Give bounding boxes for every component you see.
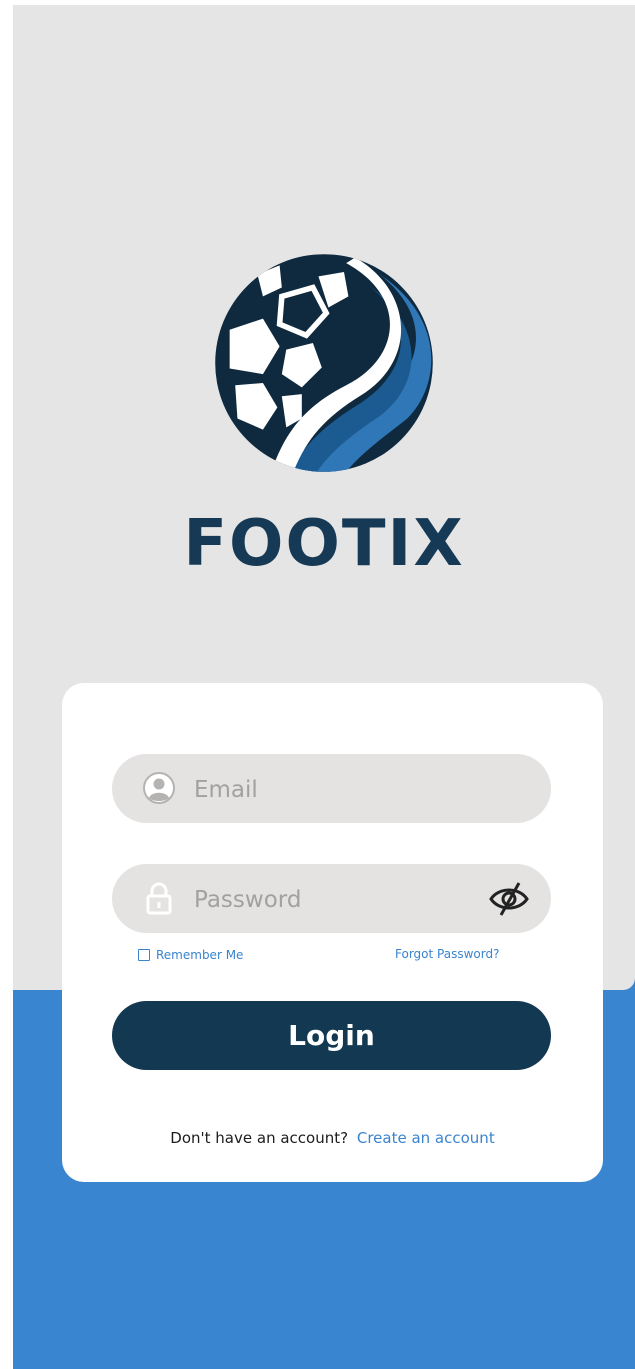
login-button[interactable]: Login bbox=[112, 1001, 551, 1070]
password-input[interactable] bbox=[192, 864, 476, 935]
checkbox-box[interactable] bbox=[138, 949, 150, 961]
no-account-text: Don't have an account? bbox=[170, 1129, 349, 1147]
email-input[interactable] bbox=[192, 754, 476, 825]
user-circle-icon bbox=[143, 772, 175, 804]
create-account-link[interactable]: Create an account bbox=[357, 1129, 495, 1147]
lock-icon bbox=[146, 882, 172, 915]
eye-slash-icon[interactable] bbox=[487, 879, 531, 919]
password-field[interactable] bbox=[112, 864, 551, 935]
remember-me-checkbox[interactable]: Remember Me bbox=[138, 948, 243, 962]
login-card: Remember Me Forgot Password? Login Don't… bbox=[62, 683, 603, 1182]
brand-name: FOOTIX bbox=[183, 507, 465, 581]
remember-me-label: Remember Me bbox=[156, 948, 244, 962]
login-screen: FOOTIX Remember bbox=[13, 5, 635, 1369]
email-field[interactable] bbox=[112, 754, 551, 825]
soccer-ball-logo-icon bbox=[215, 254, 433, 472]
forgot-password-link[interactable]: Forgot Password? bbox=[395, 947, 499, 961]
signup-prompt: Don't have an account? Create an account bbox=[62, 1129, 603, 1147]
